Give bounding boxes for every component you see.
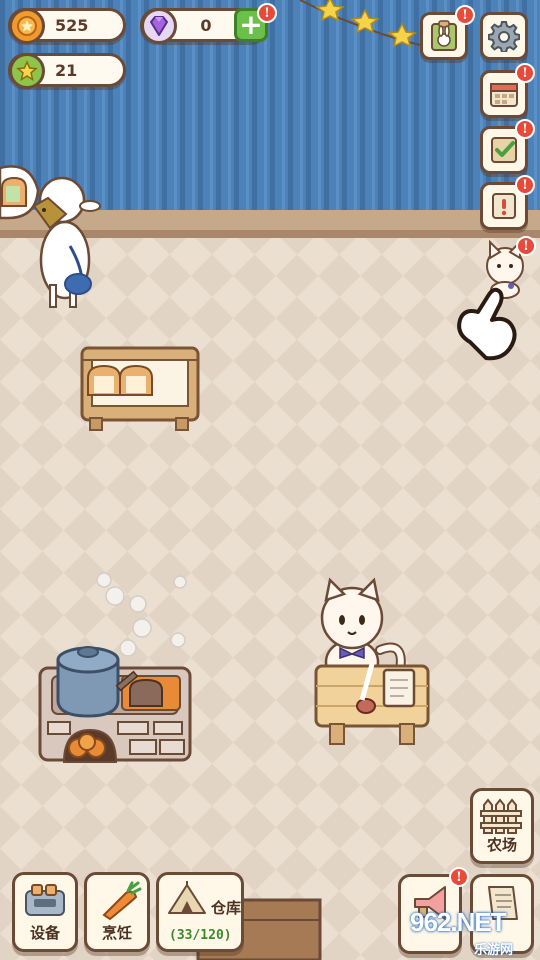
gem-icon — [141, 8, 177, 44]
bunny-clipboard-button[interactable]: ! — [420, 5, 475, 60]
watermark-sub: 乐游网 — [474, 943, 514, 958]
site-watermark: 962.NET 乐游网 — [400, 905, 540, 960]
watermark-main: 962.NET — [410, 907, 507, 937]
gem-counter[interactable]: 0 + ! — [140, 3, 277, 44]
notice-button[interactable]: ! — [480, 175, 535, 230]
background-art — [0, 0, 540, 960]
helper-alert-badge: ! — [516, 236, 536, 256]
toaster-icon — [25, 884, 65, 916]
settings-button[interactable] — [480, 12, 528, 60]
bunny-clipboard-icon — [431, 20, 457, 51]
checkmark-icon — [491, 137, 517, 163]
coin-counter[interactable]: 525 — [8, 8, 126, 44]
level-counter[interactable]: 21 — [8, 53, 126, 89]
equipment-button[interactable]: 设备 — [12, 872, 78, 952]
gem-amount: 0 — [200, 15, 212, 35]
level-amount: 21 — [55, 60, 78, 80]
tasks-alert-badge: ! — [515, 119, 535, 139]
notice-alert-badge: ! — [515, 175, 535, 195]
carrot-icon — [102, 881, 142, 921]
game-scene — [0, 0, 540, 960]
gear-icon — [488, 21, 520, 52]
announcement-alert-badge: ! — [449, 867, 469, 887]
warehouse-button[interactable]: 仓库 (33/120) — [156, 872, 244, 952]
gems-alert-badge: ! — [257, 3, 277, 23]
cooking-button[interactable]: 烹饪 — [84, 872, 150, 952]
bread-display-shelf[interactable] — [80, 346, 200, 431]
floor-tiles — [0, 238, 540, 960]
farm-label: 农场 — [486, 836, 517, 854]
clipboard-alert-badge: ! — [455, 5, 475, 25]
warehouse-capacity: (33/120) — [169, 928, 232, 943]
calendar-icon — [490, 83, 518, 107]
calendar-button[interactable]: ! — [480, 63, 535, 118]
coin-amount: 525 — [55, 15, 89, 35]
equipment-label: 设备 — [29, 924, 60, 942]
coin-icon — [9, 8, 45, 44]
farm-button[interactable]: 农场 — [470, 788, 534, 864]
calendar-alert-badge: ! — [515, 63, 535, 83]
warehouse-label: 仓库 — [211, 899, 242, 917]
star-icon — [9, 53, 45, 89]
cooking-label: 烹饪 — [101, 924, 132, 942]
tasks-button[interactable]: ! — [480, 119, 535, 174]
exclamation-icon — [492, 193, 516, 219]
fence-icon — [480, 798, 522, 834]
tent-icon — [168, 881, 206, 914]
